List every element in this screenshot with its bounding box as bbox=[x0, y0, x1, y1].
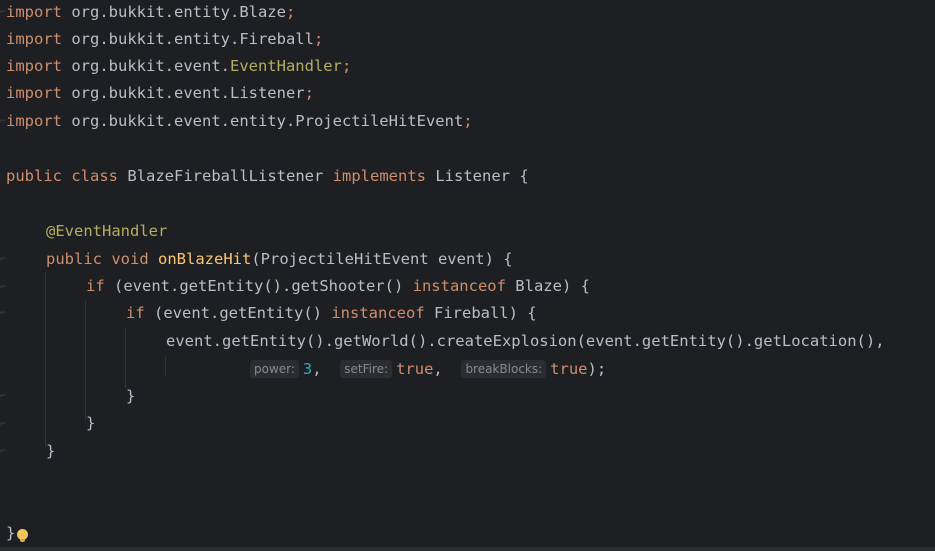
fold-marker-icon[interactable]: ⌐ bbox=[0, 446, 6, 458]
interface-name: Listener bbox=[435, 167, 510, 185]
arg-breakblocks-value: true bbox=[550, 360, 588, 378]
brace: } bbox=[86, 414, 96, 432]
import-class-highlight: EventHandler bbox=[229, 57, 342, 75]
brace: } bbox=[46, 442, 56, 460]
fold-marker-icon[interactable]: ⌐ bbox=[0, 254, 6, 266]
brace: } bbox=[6, 524, 16, 542]
semicolon: ; bbox=[463, 112, 473, 130]
condition-part: Blaze) { bbox=[505, 277, 590, 295]
condition-part: (event.getEntity() bbox=[154, 304, 332, 322]
statement-end: ); bbox=[587, 360, 607, 378]
import-path: org.bukkit.event. bbox=[71, 57, 230, 75]
import-path: org.bukkit.event.Listener bbox=[71, 84, 305, 102]
annotation: @EventHandler bbox=[46, 222, 168, 240]
semicolon: ; bbox=[313, 30, 324, 48]
brace: } bbox=[126, 387, 136, 405]
class-name: BlazeFireballListener bbox=[127, 167, 324, 185]
indent-guide bbox=[125, 328, 126, 388]
keyword: import bbox=[6, 30, 62, 48]
code-line-import[interactable]: import org.bukkit.entity.Blaze; bbox=[6, 0, 295, 26]
keyword-public: public bbox=[46, 250, 102, 268]
code-line-close-brace[interactable]: } bbox=[126, 383, 135, 410]
inlay-hint-power: power: bbox=[250, 360, 299, 378]
lightbulb-icon[interactable] bbox=[17, 529, 29, 542]
arg-power-value: 3 bbox=[302, 360, 313, 378]
import-path: org.bukkit.event.entity.ProjectileHitEve… bbox=[71, 112, 464, 130]
arg-setfire-value: true bbox=[396, 360, 434, 378]
comma: , bbox=[433, 360, 443, 378]
code-line-close-brace[interactable]: } bbox=[86, 410, 95, 437]
comma: , bbox=[312, 360, 322, 378]
condition-part: Fireball) { bbox=[424, 304, 537, 322]
indent-guide bbox=[165, 356, 166, 376]
code-line-method-declaration[interactable]: public void onBlazeHit(ProjectileHitEven… bbox=[46, 246, 513, 273]
keyword-instanceof: instanceof bbox=[331, 304, 425, 322]
code-line-close-brace[interactable]: } bbox=[46, 438, 55, 465]
code-editor[interactable]: ⌐ ⌐ ⌐ ⌐ ⌐ ⌐ ⌐ ⌐ import org.bukkit.entity… bbox=[0, 0, 935, 551]
keyword: import bbox=[6, 112, 62, 130]
keyword-instanceof: instanceof bbox=[412, 277, 506, 295]
indent-guide bbox=[85, 300, 86, 420]
keyword-if: if bbox=[126, 304, 145, 322]
condition-part: (event.getEntity().getShooter() bbox=[114, 277, 413, 295]
fold-marker-icon[interactable]: ⌐ bbox=[0, 391, 6, 403]
code-line-annotation[interactable]: @EventHandler bbox=[46, 218, 167, 245]
code-line-class-declaration[interactable]: public class BlazeFireballListener imple… bbox=[6, 163, 529, 190]
inlay-hint-setfire: setFire: bbox=[340, 360, 393, 378]
method-name: onBlazeHit bbox=[158, 250, 252, 268]
fold-marker-icon[interactable]: ⌐ bbox=[0, 308, 6, 320]
keyword-if: if bbox=[86, 277, 105, 295]
keyword-void: void bbox=[111, 250, 149, 268]
method-params: (ProjectileHitEvent event) { bbox=[251, 250, 513, 268]
keyword: import bbox=[6, 3, 62, 21]
keyword-implements: implements bbox=[332, 167, 426, 185]
import-path: org.bukkit.entity.Fireball bbox=[71, 30, 314, 48]
keyword: import bbox=[6, 84, 62, 102]
method-call: event.getEntity().getWorld().createExplo… bbox=[166, 332, 885, 350]
editor-bottom-edge bbox=[0, 547, 935, 551]
import-path: org.bukkit.entity.Blaze bbox=[71, 3, 286, 21]
fold-marker-icon[interactable]: ⌐ bbox=[0, 282, 6, 294]
code-line-import[interactable]: import org.bukkit.event.Listener; bbox=[6, 80, 314, 107]
semicolon: ; bbox=[304, 84, 314, 102]
code-line-create-explosion[interactable]: event.getEntity().getWorld().createExplo… bbox=[166, 328, 885, 355]
code-line-if-fireball[interactable]: if (event.getEntity() instanceof Firebal… bbox=[126, 300, 537, 327]
code-line-if-shooter[interactable]: if (event.getEntity().getShooter() insta… bbox=[86, 273, 590, 300]
code-line-import[interactable]: import org.bukkit.entity.Fireball; bbox=[6, 26, 323, 53]
code-line-import[interactable]: import org.bukkit.event.EventHandler; bbox=[6, 53, 351, 80]
semicolon: ; bbox=[285, 3, 296, 21]
keyword-class: class bbox=[71, 167, 119, 185]
semicolon: ; bbox=[341, 57, 352, 75]
indent-guide bbox=[45, 272, 46, 447]
code-line-import[interactable]: import org.bukkit.event.entity.Projectil… bbox=[6, 108, 473, 135]
inlay-hint-breakblocks: breakBlocks: bbox=[461, 360, 547, 378]
code-line-class-close[interactable]: } bbox=[6, 520, 29, 547]
brace: { bbox=[519, 167, 529, 185]
code-line-arguments[interactable]: power: 3, setFire: true, breakBlocks: true)… bbox=[250, 356, 606, 383]
fold-marker-icon[interactable]: ⌐ bbox=[0, 419, 6, 431]
keyword: import bbox=[6, 57, 62, 75]
keyword-public: public bbox=[6, 167, 62, 185]
